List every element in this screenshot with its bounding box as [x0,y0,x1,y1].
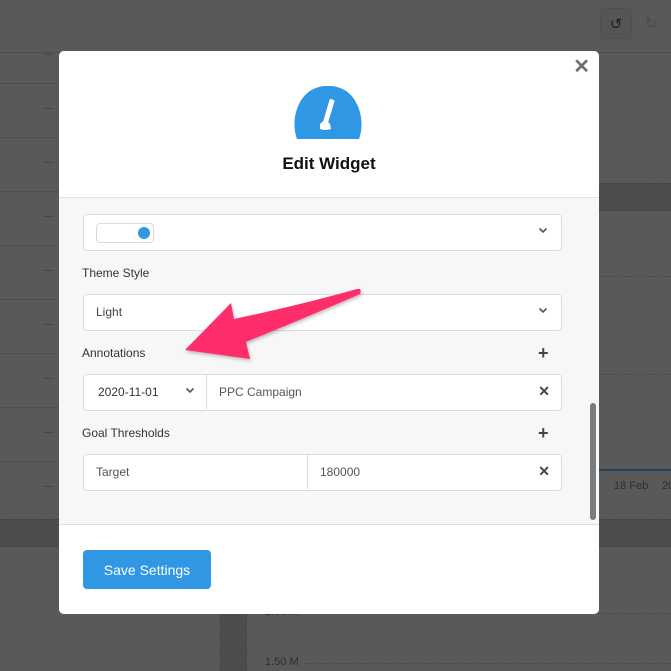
list-divider [0,407,59,408]
modal-footer: Save Settings [59,524,599,614]
list-divider [0,245,59,246]
chevron-down-icon [537,304,549,316]
annotation-date-select[interactable]: 2020-11-01 [84,375,207,409]
annotations-label: Annotations [82,346,146,360]
remove-threshold-button[interactable]: ✕ [538,464,550,478]
dashboard-gauge-icon [294,86,362,139]
threshold-value-input[interactable]: 180000 [308,455,528,489]
edit-widget-modal: Edit Widget ✕ Theme Style Light Annotati… [59,51,599,614]
list-dash [44,378,54,379]
add-threshold-button[interactable]: + [538,424,549,442]
list-divider [0,353,59,354]
widget-header-band [599,183,671,211]
theme-style-label: Theme Style [82,266,150,280]
chart-x-label: 20 [662,480,671,492]
dashboard-list [0,53,59,518]
close-icon: ✕ [573,56,590,78]
chart-series-line [599,469,671,471]
remove-annotation-button[interactable]: ✕ [538,384,550,398]
chart-gridline [599,276,671,277]
undo-button[interactable]: ↺ [600,8,632,39]
annotation-text-input[interactable]: PPC Campaign [207,375,527,409]
chevron-down-icon [184,384,196,396]
list-dash [44,324,54,325]
list-divider [0,299,59,300]
modal-header: Edit Widget [59,51,599,198]
modal-title: Edit Widget [282,154,376,173]
list-dash [44,270,54,271]
list-divider [0,83,59,84]
list-dash [44,432,54,433]
dashboard-toolbar: ↺ ↻ [0,0,671,53]
chart-y-label: 1.50 M [265,656,299,668]
annotation-row: 2020-11-01 PPC Campaign ✕ [83,374,562,411]
list-dash [44,108,54,109]
save-settings-button[interactable]: Save Settings [83,550,211,589]
annotation-text: PPC Campaign [219,385,302,399]
threshold-row: Target 180000 ✕ [83,454,562,491]
toggle-knob [138,227,150,239]
close-button[interactable]: ✕ [573,57,590,77]
add-annotation-button[interactable]: + [538,344,549,362]
annotation-date: 2020-11-01 [98,385,159,399]
theme-style-select[interactable]: Light [83,294,562,331]
threshold-name: Target [96,465,130,479]
chevron-down-icon [537,224,549,236]
close-icon: ✕ [538,383,550,399]
color-select[interactable] [83,214,562,251]
plus-icon: + [538,343,549,363]
goal-thresholds-label: Goal Thresholds [82,426,170,440]
chart-gridline [305,663,671,664]
color-toggle[interactable] [96,223,154,243]
plus-icon: + [538,423,549,443]
threshold-name-input[interactable]: Target [84,455,308,489]
chart-x-label: 18 Feb [614,480,649,492]
redo-button[interactable]: ↻ [636,8,666,37]
redo-icon: ↻ [644,14,658,32]
close-icon: ✕ [538,463,550,479]
modal-body: Theme Style Light Annotations + 2020-11-… [59,198,599,524]
list-dash [44,486,54,487]
theme-style-value: Light [96,305,123,319]
modal-scrollbar[interactable] [590,403,596,520]
list-divider [0,461,59,462]
undo-icon: ↺ [609,15,623,33]
list-dash [44,162,54,163]
list-dash [44,54,54,55]
list-dash [44,216,54,217]
chart-gridline [599,374,671,375]
list-divider [0,191,59,192]
threshold-value: 180000 [320,465,361,479]
list-divider [0,137,59,138]
